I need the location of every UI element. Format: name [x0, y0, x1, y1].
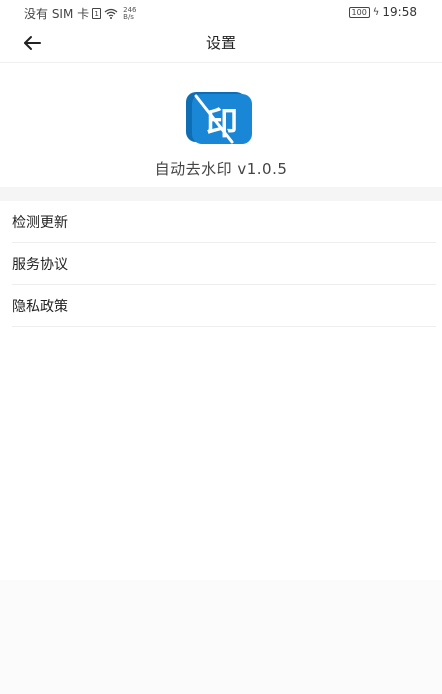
about-section: 印 自动去水印 v1.0.5	[0, 63, 442, 187]
clock: 19:58	[382, 5, 417, 19]
list-item-label: 隐私政策	[12, 298, 68, 315]
nav-bar: 设置	[0, 24, 442, 63]
status-left: 没有 SIM 卡 1 246 B/s	[24, 5, 137, 22]
settings-list: 检测更新 服务协议 隐私政策	[0, 201, 442, 327]
page-title: 设置	[205, 34, 236, 52]
list-item-label: 服务协议	[12, 256, 68, 273]
network-speed: 246 B/s	[123, 6, 136, 21]
status-right: 100 ϟ 19:58	[348, 5, 417, 19]
app-logo-char: 印	[206, 104, 238, 142]
charging-icon: ϟ	[372, 6, 380, 18]
app-version: 自动去水印 v1.0.5	[154, 160, 288, 178]
sim-card-icon: 1	[92, 8, 102, 19]
bottom-area	[0, 580, 442, 694]
service-agreement-item[interactable]: 服务协议	[12, 243, 436, 285]
settings-screen: 没有 SIM 卡 1 246 B/s 100 ϟ 19:58 设置 印 自动去水…	[0, 0, 442, 694]
net-speed-unit: B/s	[123, 12, 134, 21]
carrier-text: 没有 SIM 卡	[24, 7, 90, 21]
app-logo: 印	[186, 92, 252, 144]
privacy-policy-item[interactable]: 隐私政策	[12, 285, 436, 327]
list-item-label: 检测更新	[12, 214, 68, 231]
status-bar: 没有 SIM 卡 1 246 B/s 100 ϟ 19:58	[0, 0, 442, 24]
check-update-item[interactable]: 检测更新	[12, 201, 436, 243]
battery-icon: 100	[348, 6, 370, 18]
wifi-icon	[104, 8, 118, 19]
section-divider	[0, 187, 442, 201]
